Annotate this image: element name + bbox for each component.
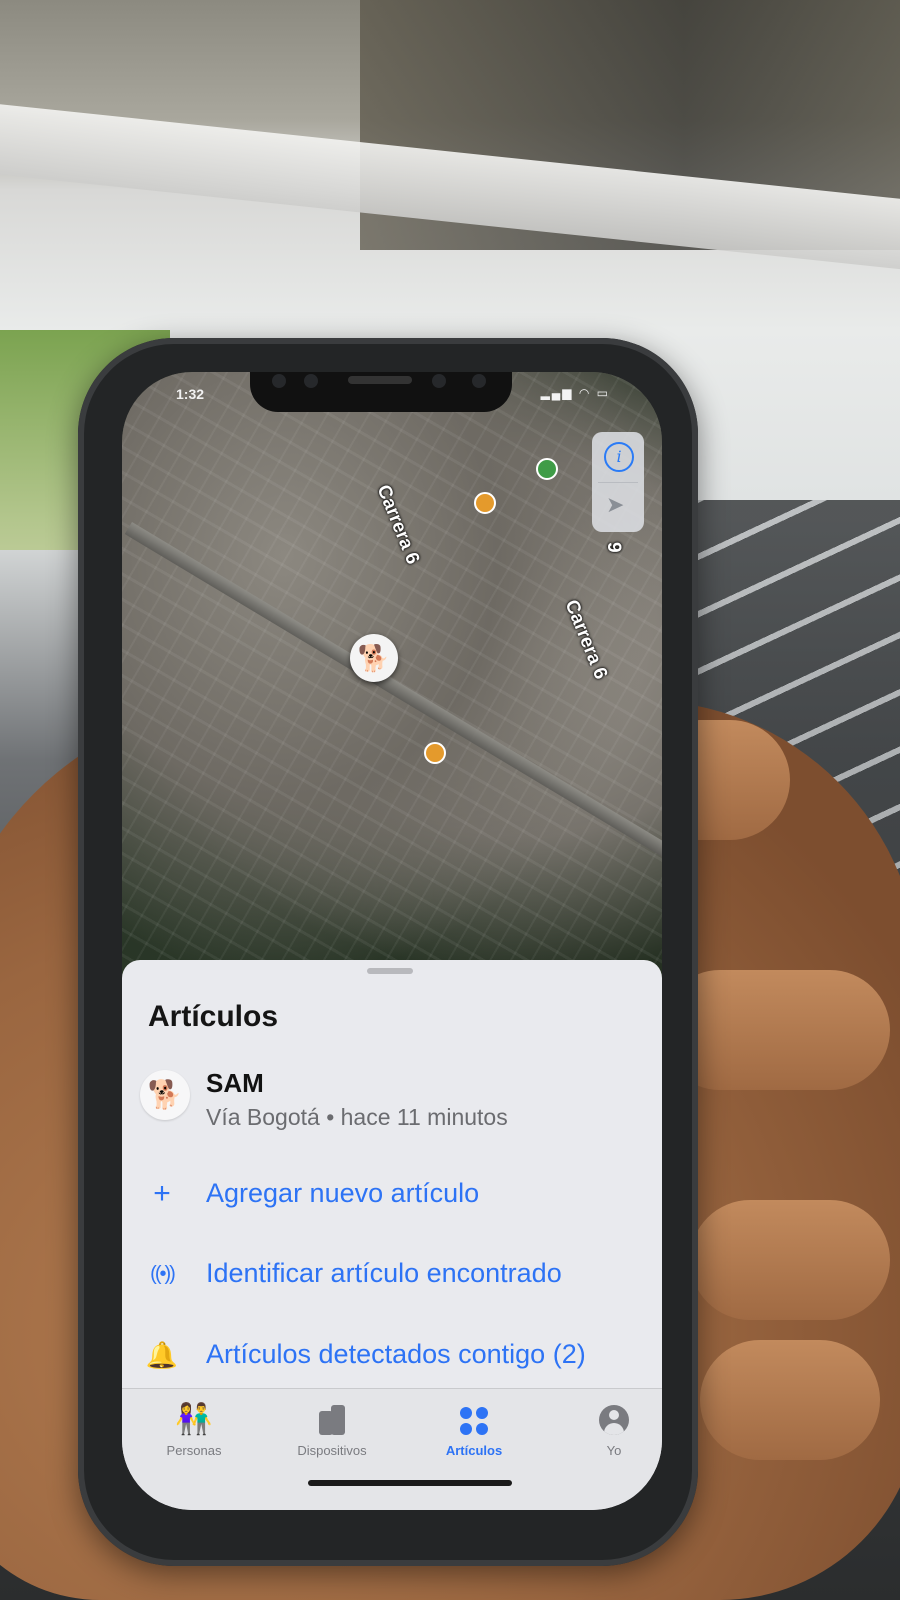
finger	[690, 1200, 890, 1320]
plus-icon: +	[153, 1177, 171, 1210]
sensor	[272, 374, 286, 388]
add-item-label: Agregar nuevo artículo	[206, 1178, 480, 1208]
sensor	[304, 374, 318, 388]
sheet-title: Artículos	[148, 1000, 279, 1033]
home-indicator[interactable]	[308, 1480, 512, 1486]
tab-label: Dispositivos	[297, 1443, 367, 1458]
tab-bar: 👫 Personas Dispositivos Artículos Yo	[122, 1388, 662, 1510]
airtag-signal-icon: ((•))	[150, 1263, 176, 1285]
speaker	[348, 376, 412, 384]
map-controls: i ➤	[592, 432, 644, 532]
dog-icon[interactable]: 🐕	[350, 634, 398, 682]
street-label: Carrera 6	[372, 482, 424, 568]
finger	[700, 1340, 880, 1460]
poi-marker[interactable]	[474, 492, 496, 514]
item-location-time: Vía Bogotá • hace 11 minutos	[206, 1104, 508, 1130]
highway	[124, 522, 662, 864]
tab-label: Personas	[166, 1443, 222, 1458]
poi-marker[interactable]	[536, 458, 558, 480]
status-icons: ▂▄▆ ◠ ▭	[540, 386, 610, 400]
tab-devices[interactable]: Dispositivos	[272, 1401, 392, 1471]
detected-items-label: Artículos detectados contigo (2)	[206, 1339, 586, 1369]
detected-items-button[interactable]: 🔔 Artículos detectados contigo (2)	[144, 1333, 644, 1383]
divider	[598, 482, 638, 483]
info-icon[interactable]: i	[604, 442, 634, 472]
status-time: 1:32	[176, 386, 205, 402]
notch	[250, 372, 512, 412]
tab-items[interactable]: Artículos	[414, 1401, 534, 1471]
phone-screen: 1:32 ▂▄▆ ◠ ▭ Carrera 6 Carrera 6 9 🐕 i ➤…	[122, 372, 662, 1510]
tab-label: Yo	[606, 1443, 622, 1458]
camera	[432, 374, 446, 388]
identify-item-button[interactable]: ((•)) Identificar artículo encontrado	[144, 1252, 644, 1302]
location-arrow-icon[interactable]: ➤	[606, 492, 624, 518]
item-name: SAM	[206, 1068, 264, 1098]
dog-icon: 🐕	[140, 1070, 190, 1120]
satellite-map[interactable]: Carrera 6 Carrera 6 9 🐕	[122, 372, 662, 982]
sheet-grabber[interactable]	[367, 968, 413, 974]
tab-people[interactable]: 👫 Personas	[134, 1401, 254, 1471]
street-label: Carrera 6	[560, 597, 612, 683]
poi-marker[interactable]	[424, 742, 446, 764]
items-icon	[414, 1401, 534, 1439]
item-row-sam[interactable]: 🐕 SAM Vía Bogotá • hace 11 minutos	[140, 1064, 640, 1134]
person-circle-icon	[554, 1401, 662, 1439]
devices-icon	[272, 1401, 392, 1439]
tab-label: Artículos	[445, 1443, 503, 1458]
street-label: 9	[603, 542, 624, 553]
identify-item-label: Identificar artículo encontrado	[206, 1258, 562, 1288]
people-icon: 👫	[175, 1403, 213, 1436]
bell-icon: 🔔	[145, 1340, 179, 1370]
sensor	[472, 374, 486, 388]
add-item-button[interactable]: + Agregar nuevo artículo	[144, 1172, 644, 1222]
tab-me[interactable]: Yo	[554, 1401, 662, 1471]
